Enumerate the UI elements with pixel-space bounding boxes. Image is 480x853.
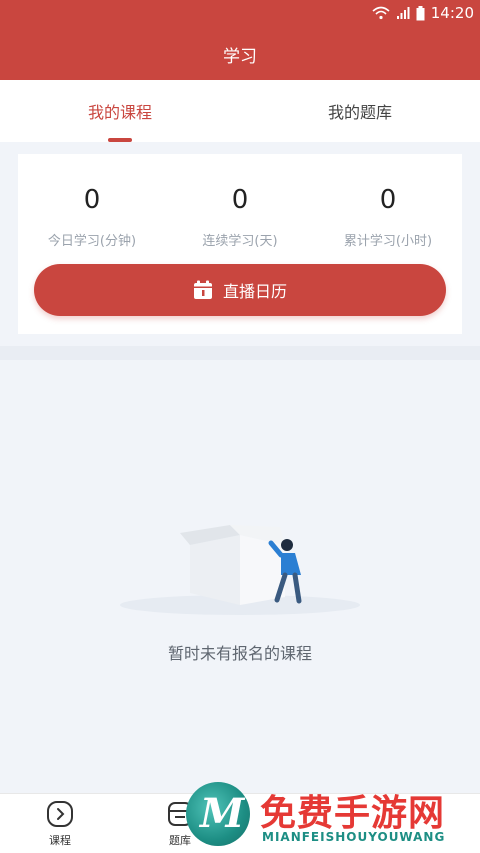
stats-row: 0 今日学习(分钟) 0 连续学习(天) 0 累计学习(小时) [18, 182, 462, 249]
empty-state-text: 暂时未有报名的课程 [167, 644, 312, 663]
live-calendar-label: 直播日历 [222, 282, 287, 301]
empty-box-icon [120, 525, 360, 615]
stat-value: 0 [83, 185, 101, 215]
nav-item-courses[interactable]: 课程 [0, 794, 120, 853]
stat-value: 0 [231, 185, 249, 215]
study-stats-card: 0 今日学习(分钟) 0 连续学习(天) 0 累计学习(小时) 直播日历 [18, 154, 462, 334]
watermark-logo-letter: M [200, 790, 245, 837]
tab-bar: 我的课程 我的题库 [0, 80, 480, 142]
watermark-subtitle: MIANFEISHOUYOUWANG [262, 830, 446, 844]
section-divider [0, 346, 480, 360]
tab-my-question-bank[interactable]: 我的题库 [240, 80, 480, 142]
stat-today: 0 今日学习(分钟) [18, 182, 166, 249]
stat-label: 今日学习(分钟) [47, 234, 137, 249]
signal-icon [396, 7, 410, 19]
stat-total: 0 累计学习(小时) [314, 182, 462, 249]
page-title: 学习 [223, 46, 257, 67]
stat-label: 连续学习(天) [202, 234, 278, 249]
site-watermark: M 免费手游网 MIANFEISHOUYOUWANG [186, 782, 480, 853]
wifi-icon [372, 6, 390, 20]
status-indicators: 14:20 [372, 4, 474, 22]
status-bar: 14:20 [0, 0, 480, 28]
tab-my-courses[interactable]: 我的课程 [0, 80, 240, 142]
watermark-logo: M [186, 782, 250, 846]
play-circle-icon [47, 800, 73, 827]
calendar-icon [193, 280, 212, 299]
watermark-title: 免费手游网 [260, 793, 446, 834]
status-time: 14:20 [430, 4, 474, 22]
tab-label: 我的课程 [87, 103, 152, 122]
app-header: 学习 [0, 28, 480, 80]
live-calendar-button[interactable]: 直播日历 [34, 264, 446, 316]
tab-label: 我的题库 [327, 103, 392, 122]
nav-label: 课程 [49, 833, 71, 847]
battery-icon [416, 5, 425, 20]
stat-value: 0 [379, 185, 397, 215]
stat-streak: 0 连续学习(天) [166, 182, 314, 249]
stat-label: 累计学习(小时) [343, 234, 433, 249]
